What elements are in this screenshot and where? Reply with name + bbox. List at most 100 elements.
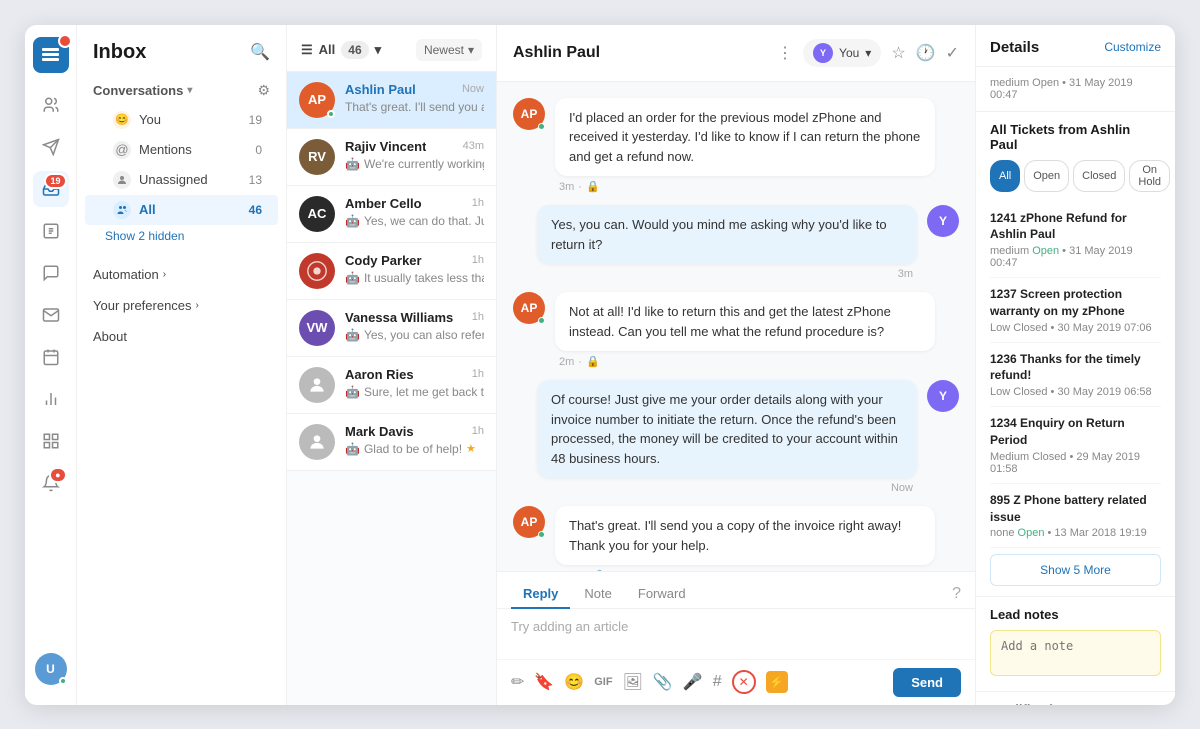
sidebar-item-you-count: 19 — [249, 113, 262, 127]
sidebar-item-automation[interactable]: Automation › — [77, 259, 286, 290]
star-icon-2: ★ — [466, 442, 476, 455]
chat-nav-icon[interactable] — [33, 255, 69, 291]
inbox-icon[interactable]: 19 — [33, 171, 69, 207]
check-icon[interactable]: ✓ — [946, 43, 959, 63]
agent-badge[interactable]: Y You ▾ — [803, 39, 881, 67]
mail-nav-icon[interactable] — [33, 297, 69, 333]
gear-icon[interactable]: ⚙ — [257, 82, 270, 99]
chart-icon[interactable] — [33, 381, 69, 417]
conv-time-aaron: 1h — [472, 368, 484, 380]
user-avatar[interactable]: U — [35, 653, 67, 685]
filter-all[interactable]: All — [990, 160, 1020, 192]
cancel-icon[interactable]: ✕ — [732, 670, 756, 694]
reply-placeholder: Try adding an article — [511, 619, 628, 634]
sidebar-item-you-label: You — [139, 112, 249, 127]
customize-btn[interactable]: Customize — [1104, 40, 1161, 54]
sort-label: Newest — [424, 43, 464, 57]
show-hidden-btn[interactable]: Show 2 hidden — [77, 225, 286, 247]
help-icon[interactable]: ? — [952, 585, 961, 603]
conversation-items: AP Ashlin Paul Now That's great. I'll se… — [287, 72, 496, 705]
conv-preview-ashlin: That's great. I'll send you a copy of... — [345, 100, 484, 114]
timer-icon[interactable]: 🕐 — [916, 43, 936, 63]
more-options-icon[interactable]: ⋮ — [777, 43, 793, 63]
lead-notes-input[interactable] — [990, 630, 1161, 676]
gif-icon[interactable]: GIF — [594, 676, 612, 688]
conv-avatar-vanessa: VW — [299, 310, 335, 346]
sidebar-item-all[interactable]: All 46 — [85, 195, 278, 225]
hash-icon[interactable]: # — [713, 673, 722, 691]
msg-text-3: Not at all! I'd like to return this and … — [555, 292, 935, 351]
conv-item-aaron[interactable]: Aaron Ries 1h 🤖 Sure, let me get back to… — [287, 357, 496, 414]
filter-closed[interactable]: Closed — [1073, 160, 1125, 192]
tab-note[interactable]: Note — [572, 580, 623, 609]
ticket-895[interactable]: 895 Z Phone battery related issue none O… — [990, 484, 1161, 549]
campaigns-icon[interactable] — [33, 129, 69, 165]
chevron-right-icon-2: › — [196, 300, 199, 311]
conv-item-rajiv[interactable]: RV Rajiv Vincent 43m 🤖 We're currently w… — [287, 129, 496, 186]
online-dot — [327, 110, 335, 118]
sidebar-item-mentions[interactable]: @ Mentions 0 — [85, 135, 278, 165]
conv-item-vanessa[interactable]: VW Vanessa Williams 1h 🤖 Yes, you can al… — [287, 300, 496, 357]
image-icon[interactable]: 🖼 — [623, 672, 643, 692]
msg-bubble-3: Not at all! I'd like to return this and … — [555, 292, 935, 368]
bell-nav-icon[interactable]: ● — [33, 465, 69, 501]
ticket-filters: All Open Closed On Hold — [990, 160, 1161, 192]
agent-avatar: Y — [813, 43, 833, 63]
sort-dropdown[interactable]: Newest ▾ — [416, 39, 482, 61]
msg-online-dot-5 — [538, 531, 545, 538]
app-logo[interactable] — [33, 37, 69, 73]
conv-name-vanessa: Vanessa Williams — [345, 310, 453, 325]
grid-icon[interactable] — [33, 423, 69, 459]
reply-input-area[interactable]: Try adding an article — [497, 609, 975, 659]
dropdown-icon[interactable]: ▾ — [375, 42, 382, 58]
unassigned-icon — [113, 171, 131, 189]
online-indicator — [59, 677, 67, 685]
chat-contact-name: Ashlin Paul — [513, 44, 767, 62]
sidebar-item-you[interactable]: 😊 You 19 — [85, 105, 278, 135]
conv-item-ashlin[interactable]: AP Ashlin Paul Now That's great. I'll se… — [287, 72, 496, 129]
conv-item-mark[interactable]: Mark Davis 1h 🤖 Glad to be of help! ★ — [287, 414, 496, 471]
contacts-icon[interactable] — [33, 87, 69, 123]
conversations-section-header[interactable]: Conversations ▾ ⚙ — [77, 76, 286, 105]
conv-name-ashlin: Ashlin Paul — [345, 82, 416, 97]
list-icon[interactable] — [33, 213, 69, 249]
sidebar-item-unassigned[interactable]: Unassigned 13 — [85, 165, 278, 195]
messages-container: AP I'd placed an order for the previous … — [497, 82, 975, 571]
conv-item-cody[interactable]: Cody Parker 1h 🤖 It usually takes less t… — [287, 243, 496, 300]
details-panel: Details Customize medium Open • 31 May 2… — [975, 25, 1175, 705]
star-header-icon[interactable]: ☆ — [891, 43, 905, 63]
calendar-icon[interactable] — [33, 339, 69, 375]
chat-area: Ashlin Paul ⋮ Y You ▾ ☆ 🕐 ✓ AP I'd place… — [497, 25, 975, 705]
bookmark-icon[interactable]: 🔖 — [534, 672, 554, 692]
filter-icon[interactable]: ☰ — [301, 42, 313, 58]
show-more-btn[interactable]: Show 5 More — [990, 554, 1161, 586]
attachment-icon[interactable]: 📎 — [653, 672, 673, 692]
filter-onhold[interactable]: On Hold — [1129, 160, 1170, 192]
tab-forward[interactable]: Forward — [626, 580, 698, 609]
qualification-title: Qualification — [990, 702, 1161, 704]
sidebar-item-preferences[interactable]: Your preferences › — [77, 290, 286, 321]
audio-icon[interactable]: 🎤 — [683, 672, 703, 692]
conv-item-amber[interactable]: AC Amber Cello 1h 🤖 Yes, we can do that.… — [287, 186, 496, 243]
conv-info-mark: Mark Davis 1h 🤖 Glad to be of help! ★ — [345, 424, 484, 456]
ticket-1236[interactable]: 1236 Thanks for the timely refund! Low C… — [990, 343, 1161, 408]
emoji-icon[interactable]: 😊 — [564, 672, 584, 692]
sidebar-item-about[interactable]: About — [77, 321, 286, 352]
ticket-1237[interactable]: 1237 Screen protection warranty on my zP… — [990, 278, 1161, 343]
robot-icon-2: 🤖 — [345, 214, 360, 228]
filter-open[interactable]: Open — [1024, 160, 1069, 192]
send-button[interactable]: Send — [893, 668, 961, 697]
msg-row-2: Y Yes, you can. Would you mind me asking… — [513, 205, 959, 280]
search-icon[interactable]: 🔍 — [250, 42, 270, 62]
ticket-1241-meta: medium Open • 31 May 2019 00:47 — [990, 245, 1161, 269]
conv-name-aaron: Aaron Ries — [345, 367, 414, 382]
count-badge: 46 — [341, 41, 368, 59]
msg-bubble-4: Of course! Just give me your order detai… — [537, 380, 917, 494]
ticket-1234[interactable]: 1234 Enquiry on Return Period Medium Clo… — [990, 407, 1161, 484]
emoji-block-icon[interactable]: ⚡ — [766, 671, 788, 693]
conv-time-ashlin: Now — [462, 83, 484, 95]
tab-reply[interactable]: Reply — [511, 580, 570, 609]
conv-info-aaron: Aaron Ries 1h 🤖 Sure, let me get back to… — [345, 367, 484, 399]
signature-icon[interactable]: ✏ — [511, 672, 524, 692]
ticket-1241[interactable]: 1241 zPhone Refund for Ashlin Paul mediu… — [990, 202, 1161, 279]
